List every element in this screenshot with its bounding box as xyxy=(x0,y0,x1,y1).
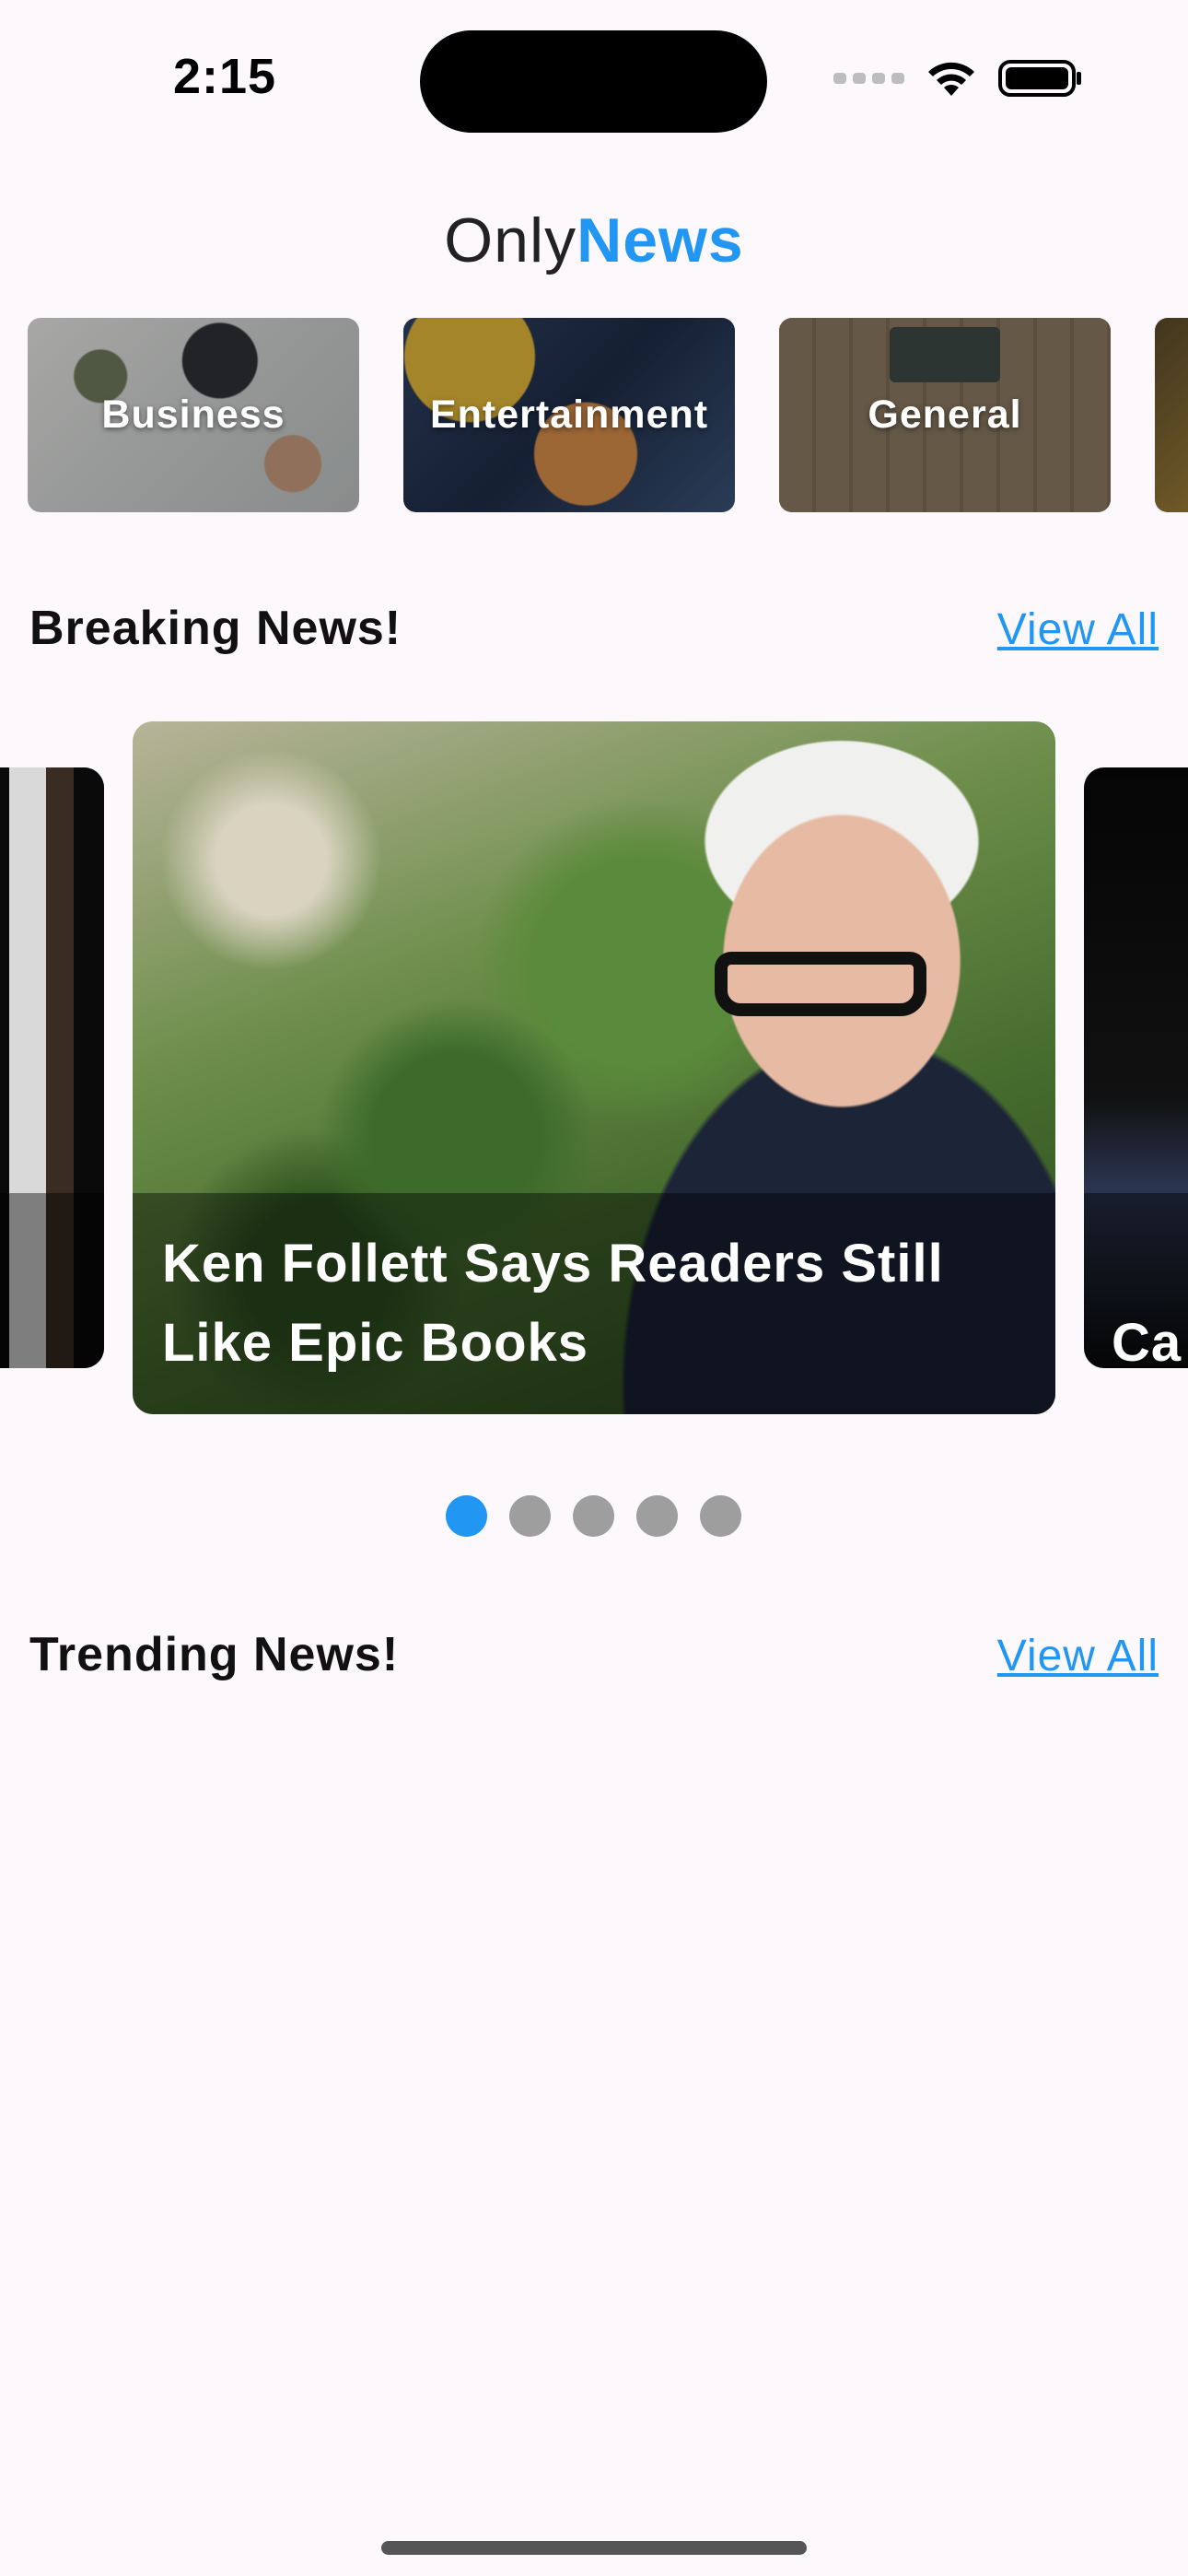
news-card-previous[interactable]: ft xyxy=(0,767,104,1368)
battery-icon xyxy=(998,60,1081,97)
category-card-next[interactable] xyxy=(1155,318,1188,512)
category-label: Business xyxy=(101,392,285,437)
status-icons xyxy=(833,59,1083,98)
category-card-entertainment[interactable]: Entertainment xyxy=(403,318,735,512)
cellular-signal-icon xyxy=(833,73,904,84)
page-dot-3[interactable] xyxy=(573,1495,614,1537)
news-card-headline: Ken Follett Says Readers Still Like Epic… xyxy=(162,1234,944,1373)
page-dot-1[interactable] xyxy=(446,1495,487,1537)
app-title-part2: News xyxy=(577,205,744,275)
app-title: OnlyNews xyxy=(0,205,1188,276)
news-card-headline: ft xyxy=(0,1309,75,1368)
category-card-business[interactable]: Business xyxy=(28,318,359,512)
page-dot-4[interactable] xyxy=(636,1495,678,1537)
category-list: Business Entertainment General xyxy=(28,318,1188,512)
breaking-news-title: Breaking News! xyxy=(29,602,402,655)
breaking-news-carousel[interactable]: ft Ken Follett Says Readers Still Like E… xyxy=(0,721,1188,1414)
screen: 2:15 OnlyNews Business Entertainment Gen… xyxy=(0,0,1188,2576)
category-card-general[interactable]: General xyxy=(779,318,1111,512)
category-label: Entertainment xyxy=(429,392,709,437)
page-dot-2[interactable] xyxy=(509,1495,551,1537)
category-label: General xyxy=(868,392,1022,437)
trending-news-title: Trending News! xyxy=(29,1628,400,1681)
home-indicator[interactable] xyxy=(381,2541,807,2555)
carousel-page-indicator xyxy=(446,1495,741,1537)
news-card-active[interactable]: Ken Follett Says Readers Still Like Epic… xyxy=(133,721,1055,1414)
breaking-news-view-all-link[interactable]: View All xyxy=(997,604,1159,655)
page-dot-5[interactable] xyxy=(700,1495,741,1537)
news-card-headline: Ca Sh xyxy=(1112,1313,1188,1368)
trending-news-view-all-link[interactable]: View All xyxy=(997,1631,1159,1681)
news-card-next[interactable]: Ca Sh xyxy=(1084,767,1188,1368)
dynamic-island xyxy=(420,30,767,133)
status-time: 2:15 xyxy=(173,49,277,104)
app-title-part1: Only xyxy=(444,205,577,275)
wifi-icon xyxy=(928,62,974,96)
